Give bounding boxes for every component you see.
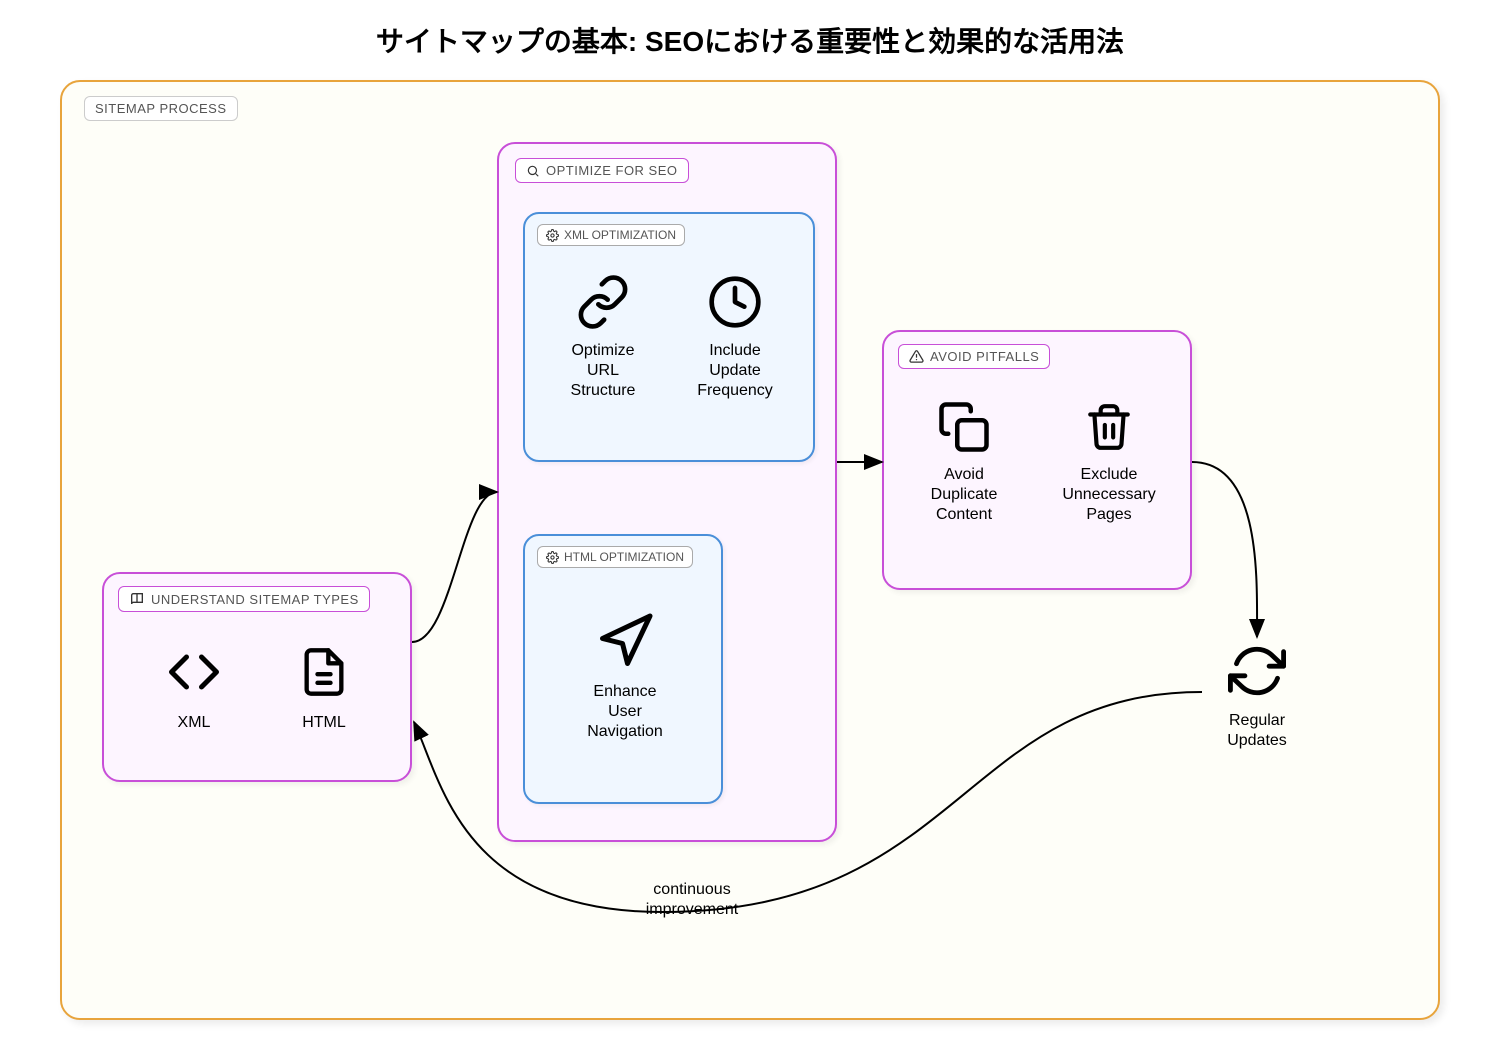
enhance-navigation-item: Enhance User Navigation (570, 611, 680, 742)
trash-icon (1084, 400, 1134, 454)
optimize-for-seo-group: OPTIMIZE FOR SEO XML OPTIMIZATION Optimi… (497, 142, 837, 842)
understand-label: UNDERSTAND SITEMAP TYPES (118, 586, 370, 612)
page-title: サイトマップの基本: SEOにおける重要性と効果的な活用法 (20, 20, 1480, 60)
navigation-icon (595, 611, 655, 671)
gear-icon (546, 229, 559, 242)
file-icon (298, 642, 350, 702)
gear-icon (546, 551, 559, 564)
sitemap-process-label: SITEMAP PROCESS (84, 96, 238, 121)
sitemap-process-frame: SITEMAP PROCESS UNDERSTAND SITEMAP TYPES… (60, 80, 1440, 1020)
code-icon (164, 642, 224, 702)
xml-item: XML (149, 642, 239, 733)
copy-icon (937, 400, 991, 454)
understand-sitemap-types-group: UNDERSTAND SITEMAP TYPES XML HTML (102, 572, 412, 782)
clock-icon (707, 274, 763, 330)
warning-icon (909, 349, 924, 364)
refresh-icon (1228, 642, 1286, 700)
link-icon (575, 274, 631, 330)
html-item: HTML (279, 642, 369, 733)
book-icon (129, 591, 145, 607)
optimize-label: OPTIMIZE FOR SEO (515, 158, 689, 183)
html-optimization-subgroup: HTML OPTIMIZATION Enhance User Navigatio… (523, 534, 723, 804)
search-icon (526, 164, 540, 178)
update-frequency-item: Include Update Frequency (685, 274, 785, 401)
xml-optimization-label: XML OPTIMIZATION (537, 224, 685, 246)
exclude-pages-item: Exclude Unnecessary Pages (1049, 400, 1169, 525)
avoid-pitfalls-label: AVOID PITFALLS (898, 344, 1050, 369)
optimize-url-item: Optimize URL Structure (553, 274, 653, 401)
html-optimization-label: HTML OPTIMIZATION (537, 546, 693, 568)
avoid-pitfalls-group: AVOID PITFALLS Avoid Duplicate Content E… (882, 330, 1192, 590)
continuous-improvement-label: continuous improvement (602, 880, 782, 920)
avoid-duplicate-item: Avoid Duplicate Content (914, 400, 1014, 525)
xml-optimization-subgroup: XML OPTIMIZATION Optimize URL Structure … (523, 212, 815, 462)
regular-updates-item: Regular Updates (1202, 642, 1312, 751)
